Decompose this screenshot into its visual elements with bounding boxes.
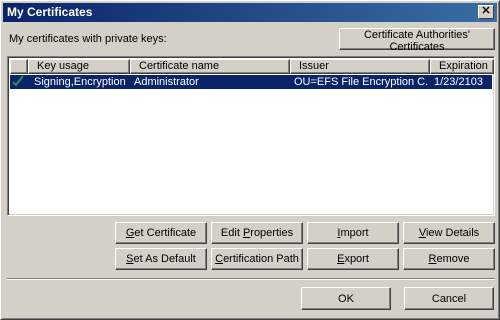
- check-icon: [12, 75, 26, 89]
- edit-properties-button[interactable]: Edit Properties: [211, 222, 303, 244]
- close-icon[interactable]: ✕: [478, 5, 494, 19]
- list-header: Key usage Certificate name Issuer Expira…: [10, 59, 494, 74]
- export-button[interactable]: Export: [307, 248, 399, 270]
- certificate-list[interactable]: Key usage Certificate name Issuer Expira…: [7, 56, 495, 216]
- set-as-default-button[interactable]: Set As Default: [115, 248, 207, 270]
- column-header-key-usage[interactable]: Key usage: [28, 59, 130, 74]
- get-certificate-button[interactable]: Get Certificate: [115, 222, 207, 244]
- cancel-button[interactable]: Cancel: [404, 287, 494, 310]
- import-button[interactable]: Import: [307, 222, 399, 244]
- certificate-authorities-button[interactable]: Certificate Authorities' Certificates: [339, 28, 495, 53]
- table-row[interactable]: Signing,Encryption Administrator OU=EFS …: [10, 75, 492, 89]
- view-details-button[interactable]: View Details: [403, 222, 495, 244]
- ok-button[interactable]: OK: [301, 287, 391, 310]
- remove-button[interactable]: Remove: [403, 248, 495, 270]
- my-certificates-dialog: My Certificates ✕ My certificates with p…: [0, 0, 500, 320]
- certificates-label: My certificates with private keys:: [9, 33, 167, 45]
- certification-path-button[interactable]: Certification Path: [211, 248, 303, 270]
- column-header-issuer[interactable]: Issuer: [290, 59, 430, 74]
- row-issuer: OU=EFS File Encryption C...: [294, 76, 428, 88]
- window-title: My Certificates: [7, 5, 93, 19]
- row-key-usage: Signing,Encryption: [34, 76, 126, 88]
- column-header-certificate-name[interactable]: Certificate name: [130, 59, 290, 74]
- footer-separator: [7, 278, 495, 280]
- row-certificate-name: Administrator: [134, 76, 199, 88]
- column-header-status[interactable]: [10, 59, 28, 74]
- title-bar: My Certificates ✕: [3, 3, 497, 22]
- column-header-expiration[interactable]: Expiration: [430, 59, 494, 74]
- row-expiration: 1/23/2103: [434, 76, 483, 88]
